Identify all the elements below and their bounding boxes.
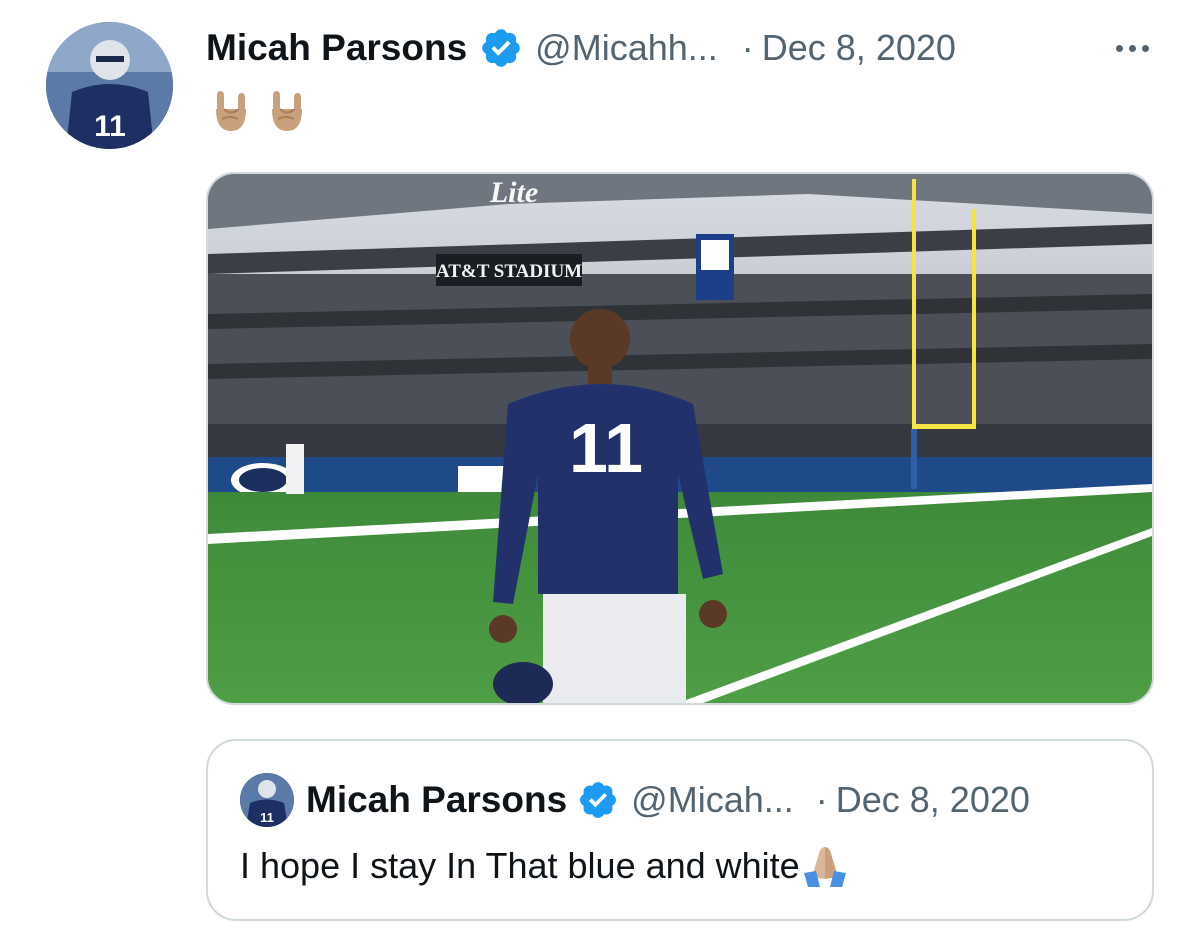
quoted-tweet-header: Micah Parsons @Micah... · Dec 8, 2020 xyxy=(306,771,1030,829)
quoted-author-handle: @Micah... xyxy=(631,779,794,820)
sponsor-sign: Lite xyxy=(489,176,538,209)
stadium-sign: AT&T STADIUM xyxy=(436,261,582,282)
separator-dot: · xyxy=(741,27,754,68)
quoted-tweet-card[interactable]: 11 Micah Parsons @Micah... · Dec 8, 2020… xyxy=(206,739,1154,921)
quoted-author-name: Micah Parsons xyxy=(306,779,568,820)
quoted-tweet-text: I hope I stay In That blue and white xyxy=(240,841,850,891)
separator-dot: · xyxy=(815,779,828,820)
tweet-media-photo[interactable]: AT&T STADIUM Lite 11 xyxy=(206,172,1154,705)
tweet-header: Micah Parsons @Micahh... · Dec 8, 2020 xyxy=(206,22,1160,74)
praying-hands-emoji xyxy=(803,847,846,887)
rock-on-hand-emoji xyxy=(272,91,302,131)
quoted-tweet-body: I hope I stay In That blue and white xyxy=(240,845,800,886)
quoted-author-avatar[interactable]: 11 xyxy=(240,773,294,827)
author-avatar[interactable]: 11 xyxy=(46,22,173,149)
verified-badge-icon xyxy=(479,26,523,70)
author-name[interactable]: Micah Parsons xyxy=(206,27,467,69)
rock-on-hand-emoji xyxy=(216,91,246,131)
svg-text:11: 11 xyxy=(94,110,126,143)
quoted-tweet-date: Dec 8, 2020 xyxy=(835,779,1030,820)
jersey-number: 11 xyxy=(569,409,643,487)
verified-badge-icon xyxy=(577,779,619,821)
svg-text:11: 11 xyxy=(260,810,274,825)
tweet-date[interactable]: Dec 8, 2020 xyxy=(762,27,956,69)
author-handle[interactable]: @Micahh... xyxy=(535,27,718,69)
tweet-text xyxy=(212,88,306,134)
more-options-icon[interactable] xyxy=(1113,22,1152,74)
